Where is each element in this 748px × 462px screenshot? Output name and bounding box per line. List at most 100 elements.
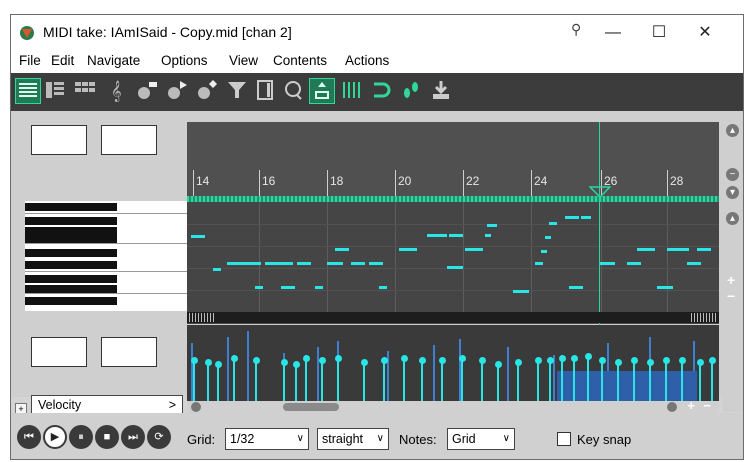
velocity-handle[interactable]	[547, 357, 554, 364]
midi-note[interactable]	[541, 250, 547, 253]
left-panel-box[interactable]	[31, 125, 87, 155]
midi-note[interactable]	[697, 248, 711, 251]
midi-note[interactable]	[535, 262, 543, 265]
hzoom-out-icon[interactable]: −	[703, 398, 711, 413]
velocity-stem[interactable]	[481, 361, 483, 401]
black-key[interactable]	[25, 217, 117, 225]
drum-grid-view-icon[interactable]	[73, 78, 99, 104]
velocity-handle[interactable]	[679, 357, 686, 364]
midi-note[interactable]	[191, 235, 205, 238]
midi-note[interactable]	[569, 286, 583, 289]
midi-note[interactable]	[667, 248, 689, 251]
notation-view-icon[interactable]: 𝄞	[105, 78, 131, 104]
velocity-handle[interactable]	[571, 355, 578, 362]
chase-icon[interactable]	[309, 78, 335, 104]
midi-note[interactable]	[513, 290, 529, 293]
velocity-handle[interactable]	[361, 359, 368, 366]
lane-scroll-up-icon[interactable]: ▴	[726, 212, 739, 225]
velocity-stem[interactable]	[403, 359, 405, 401]
midi-note[interactable]	[657, 286, 673, 289]
midi-note[interactable]	[315, 286, 323, 289]
midi-note[interactable]	[255, 286, 263, 289]
velocity-handle[interactable]	[631, 357, 638, 364]
edit-cursor-marker-icon[interactable]	[589, 186, 611, 198]
midi-note[interactable]	[487, 224, 497, 227]
velocity-handle[interactable]	[515, 359, 522, 366]
velocity-stem[interactable]	[233, 359, 235, 401]
velocity-stem[interactable]	[383, 361, 385, 401]
hscroll-thumb[interactable]	[283, 403, 339, 411]
midi-note[interactable]	[327, 262, 343, 265]
velocity-stem[interactable]	[699, 363, 701, 401]
velocity-stem[interactable]	[207, 363, 209, 401]
maximize-button[interactable]: ☐	[637, 20, 681, 46]
velocity-stem[interactable]	[617, 363, 619, 401]
velocity-handle[interactable]	[585, 353, 592, 360]
velocity-handle[interactable]	[293, 361, 300, 368]
lasso-icon[interactable]	[281, 78, 307, 104]
velocity-lane[interactable]	[187, 325, 719, 401]
menu-file[interactable]: File	[19, 53, 41, 68]
play-button[interactable]: ▶	[43, 425, 67, 449]
velocity-stem[interactable]	[549, 361, 551, 401]
velocity-handle[interactable]	[479, 357, 486, 364]
velocity-stem[interactable]	[573, 359, 575, 401]
filter-icon[interactable]	[225, 78, 251, 104]
scroll-down-icon[interactable]: ▾	[726, 186, 739, 199]
black-key[interactable]	[25, 227, 117, 235]
velocity-stem[interactable]	[461, 359, 463, 401]
velocity-stem[interactable]	[517, 363, 519, 401]
zoom-in-icon[interactable]: +	[727, 272, 735, 288]
menu-view[interactable]: View	[229, 53, 258, 68]
black-key[interactable]	[25, 297, 117, 305]
menu-navigate[interactable]: Navigate	[87, 53, 140, 68]
key-snap-checkbox[interactable]	[557, 432, 571, 446]
midi-note[interactable]	[565, 216, 579, 219]
midi-note[interactable]	[637, 248, 655, 251]
velocity-handle[interactable]	[253, 357, 260, 364]
hscroll-left-icon[interactable]	[191, 402, 201, 412]
velocity-stem[interactable]	[217, 365, 219, 401]
named-notes-view-icon[interactable]	[43, 78, 69, 104]
menu-edit[interactable]: Edit	[51, 53, 74, 68]
piano-keyboard[interactable]	[25, 201, 187, 311]
midi-note[interactable]	[335, 248, 349, 251]
midi-note[interactable]	[545, 236, 551, 239]
pause-button[interactable]: ⏸	[69, 425, 93, 449]
velocity-stem[interactable]	[649, 363, 651, 401]
vertical-zoom-bar[interactable]: ▴ − ▾ ▴ + −	[723, 122, 743, 412]
midi-note[interactable]	[465, 248, 483, 251]
lane-panel-box[interactable]	[101, 337, 157, 367]
black-key[interactable]	[25, 203, 117, 211]
velocity-handle[interactable]	[439, 357, 446, 364]
velocity-handle[interactable]	[319, 357, 326, 364]
midi-note[interactable]	[265, 262, 293, 265]
hscroll-right-icon[interactable]	[667, 402, 677, 412]
velocity-stem[interactable]	[441, 361, 443, 401]
velocity-stem[interactable]	[537, 361, 539, 401]
left-panel-box[interactable]	[101, 125, 157, 155]
scroll-grip-left[interactable]	[189, 313, 215, 322]
lane-panel-box[interactable]	[31, 337, 87, 367]
velocity-handle[interactable]	[205, 359, 212, 366]
timeline-ruler[interactable]: 14 16 18 20 22 24 26 28	[187, 122, 719, 198]
velocity-stem[interactable]	[305, 359, 307, 401]
velocity-stem[interactable]	[295, 365, 297, 401]
stop-button[interactable]: ■	[95, 425, 119, 449]
velocity-handle[interactable]	[303, 355, 310, 362]
list-view-icon[interactable]	[253, 78, 279, 104]
note-hscroll[interactable]	[187, 312, 719, 323]
black-key[interactable]	[25, 285, 117, 293]
menu-contents[interactable]: Contents	[273, 53, 327, 68]
step-input-icon[interactable]	[195, 78, 221, 104]
velocity-stem[interactable]	[665, 361, 667, 401]
lane-type-selector[interactable]: Velocity >	[31, 395, 183, 415]
midi-note[interactable]	[369, 262, 383, 265]
velocity-stem[interactable]	[711, 361, 713, 401]
velocity-handle[interactable]	[709, 357, 716, 364]
midi-note[interactable]	[379, 286, 387, 289]
notes-select[interactable]: Grid ∨	[447, 428, 515, 450]
velocity-stem[interactable]	[321, 361, 323, 401]
velocity-handle[interactable]	[335, 355, 342, 362]
velocity-handle[interactable]	[535, 357, 542, 364]
